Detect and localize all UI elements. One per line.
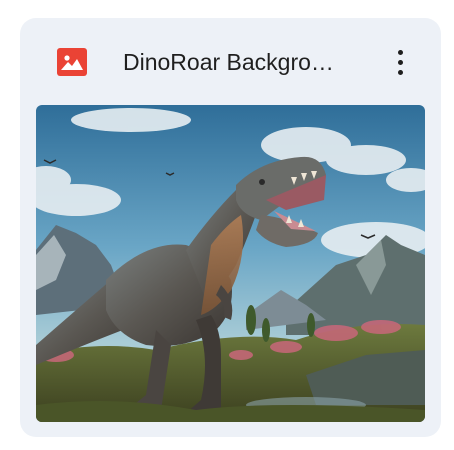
image-thumbnail[interactable] bbox=[36, 105, 425, 422]
file-card[interactable]: DinoRoar Backgro… bbox=[20, 18, 441, 437]
more-options-button[interactable] bbox=[386, 44, 414, 80]
dinosaur-illustration bbox=[36, 105, 425, 422]
file-title[interactable]: DinoRoar Backgro… bbox=[123, 46, 363, 78]
file-card-header: DinoRoar Backgro… bbox=[20, 18, 441, 106]
more-vert-icon bbox=[397, 49, 403, 55]
image-icon bbox=[57, 48, 87, 76]
